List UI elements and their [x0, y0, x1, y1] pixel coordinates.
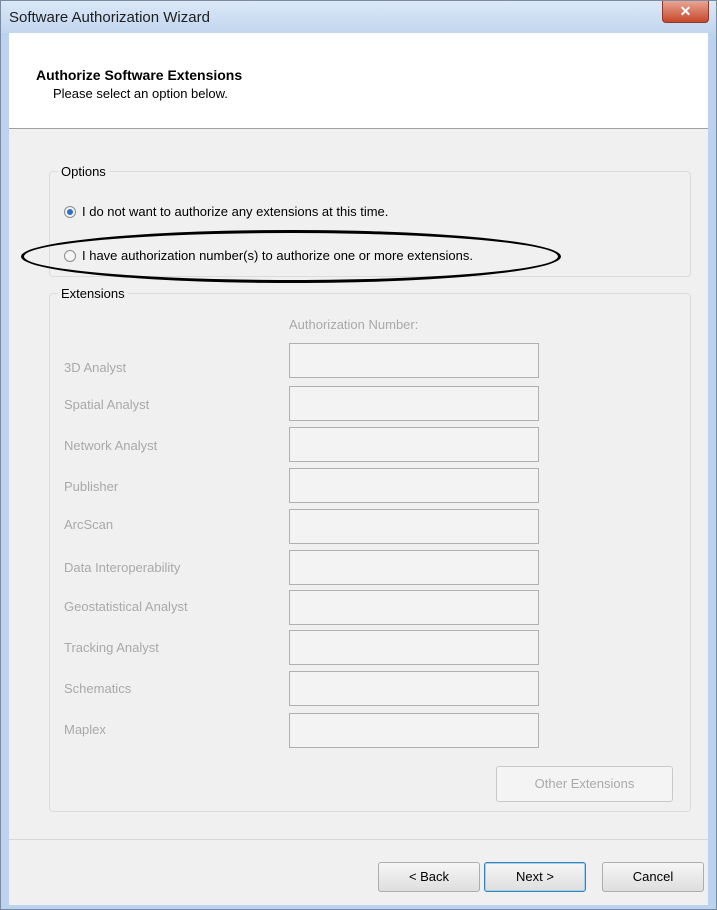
extension-auth-input[interactable] — [289, 468, 539, 503]
extension-auth-input[interactable] — [289, 427, 539, 462]
extension-label: Maplex — [64, 722, 106, 737]
extension-auth-input[interactable] — [289, 343, 539, 378]
extension-label: Schematics — [64, 681, 132, 696]
radio-no-authorize[interactable] — [64, 205, 76, 218]
option-no-authorize[interactable]: I do not want to authorize any extension… — [64, 204, 388, 219]
option-no-authorize-label: I do not want to authorize any extension… — [82, 204, 389, 219]
extension-auth-input[interactable] — [289, 713, 539, 748]
wizard-client-area: Authorize Software Extensions Please sel… — [9, 33, 708, 905]
next-button[interactable]: Next > — [484, 862, 586, 892]
highlight-ellipse — [21, 230, 561, 283]
extension-label: Data Interoperability — [64, 560, 181, 575]
extension-label: Publisher — [64, 479, 119, 494]
extension-auth-input[interactable] — [289, 509, 539, 544]
page-subtitle: Please select an option below. — [53, 86, 228, 101]
extension-auth-input[interactable] — [289, 386, 539, 421]
extension-auth-input[interactable] — [289, 550, 539, 585]
extension-auth-input[interactable] — [289, 630, 539, 665]
back-button[interactable]: < Back — [378, 862, 480, 892]
title-bar: Software Authorization Wizard ✕ — [1, 1, 716, 33]
close-icon[interactable]: ✕ — [662, 1, 709, 23]
other-extensions-button[interactable]: Other Extensions — [496, 766, 673, 802]
extension-label: Geostatistical Analyst — [64, 599, 188, 614]
extension-auth-input[interactable] — [289, 671, 539, 706]
extension-label: ArcScan — [64, 517, 114, 532]
wizard-header: Authorize Software Extensions Please sel… — [9, 33, 708, 129]
cancel-button[interactable]: Cancel — [602, 862, 704, 892]
footer-separator — [9, 839, 708, 840]
window-title: Software Authorization Wizard — [9, 9, 210, 26]
page-title: Authorize Software Extensions — [36, 67, 243, 83]
extension-label: Spatial Analyst — [64, 397, 150, 412]
authorization-number-header: Authorization Number: — [289, 317, 419, 332]
extension-label: Network Analyst — [64, 438, 158, 453]
extension-label: Tracking Analyst — [64, 640, 159, 655]
extensions-group-label: Extensions — [58, 286, 128, 301]
wizard-window: Software Authorization Wizard ✕ Authoriz… — [0, 0, 717, 910]
extension-label: 3D Analyst — [64, 360, 127, 375]
extension-auth-input[interactable] — [289, 590, 539, 625]
options-group-label: Options — [58, 164, 109, 179]
